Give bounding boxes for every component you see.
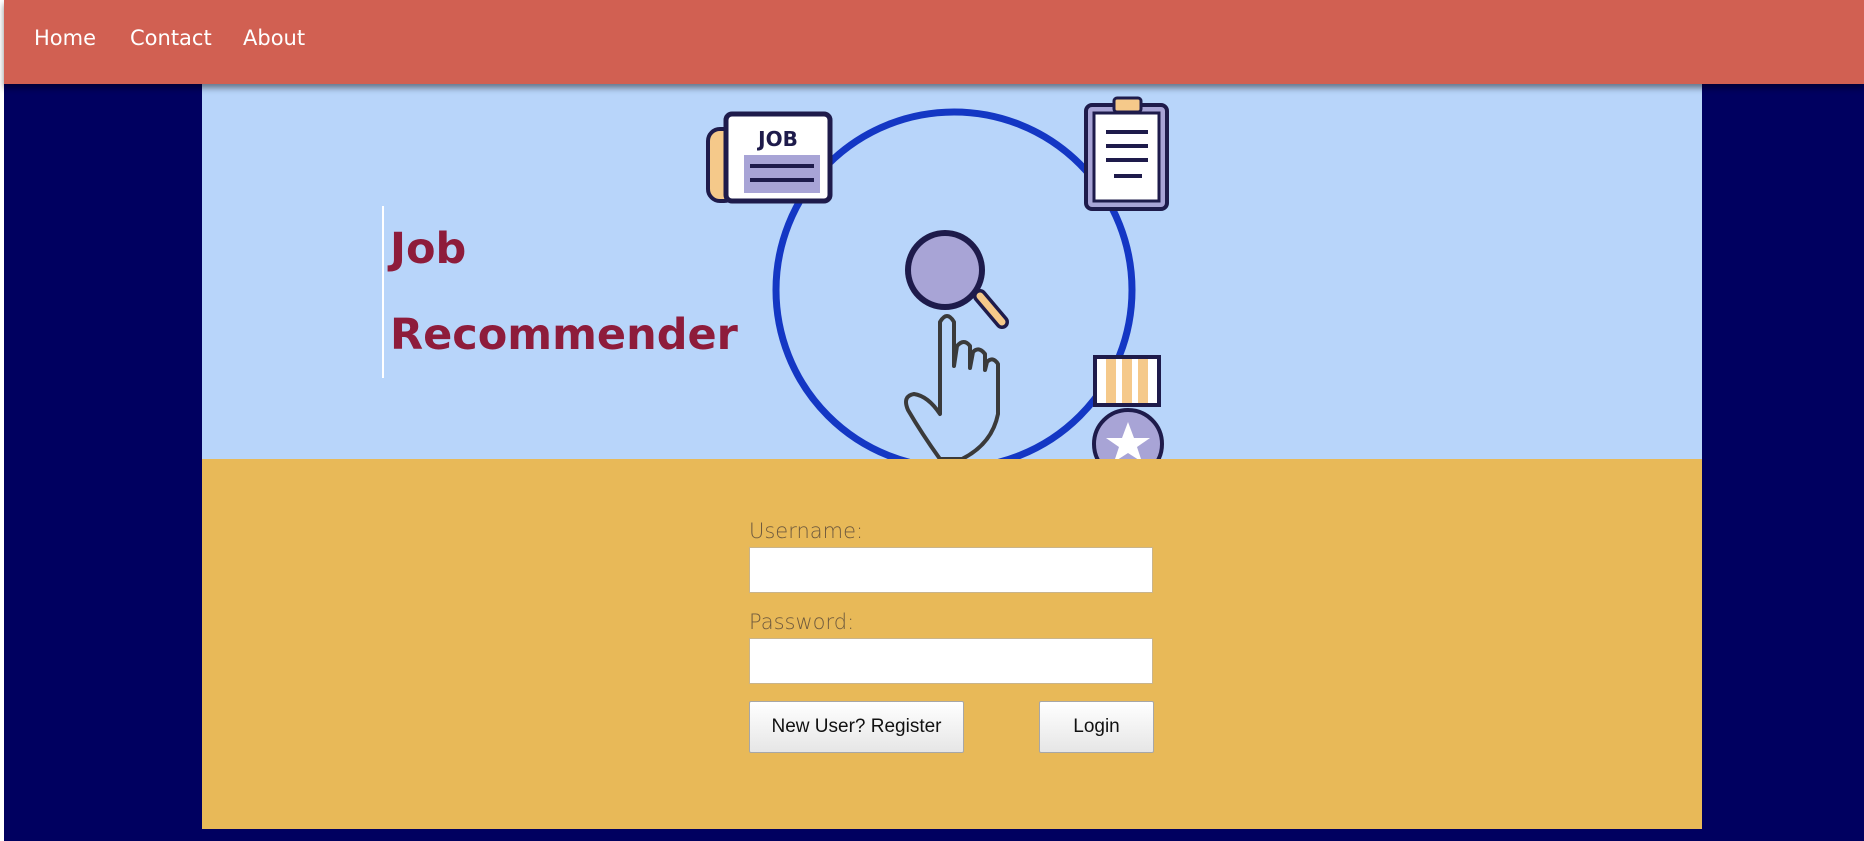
newspaper-job-icon: JOB [706,111,833,204]
clipboard-icon [1084,96,1169,211]
magnifier-icon [905,230,1009,329]
nav-home-link[interactable]: Home [34,26,96,50]
newspaper-label: JOB [756,127,798,151]
login-button[interactable]: Login [1039,701,1154,753]
password-input[interactable] [749,638,1153,684]
hero-banner: Job Recommender JOB [202,84,1702,459]
username-label: Username: [749,519,864,543]
job-search-illustration: JOB [706,96,1169,459]
top-navbar: Home Contact About [4,0,1864,84]
register-button[interactable]: New User? Register [749,701,964,753]
nav-contact-link[interactable]: Contact [130,26,212,50]
medal-icon [1092,355,1164,459]
nav-about-link[interactable]: About [243,26,305,50]
username-input[interactable] [749,547,1153,593]
login-form-panel: Username: Password: New User? Register L… [202,459,1702,829]
password-label: Password: [749,610,855,634]
hand-pointer-icon [904,314,1000,459]
